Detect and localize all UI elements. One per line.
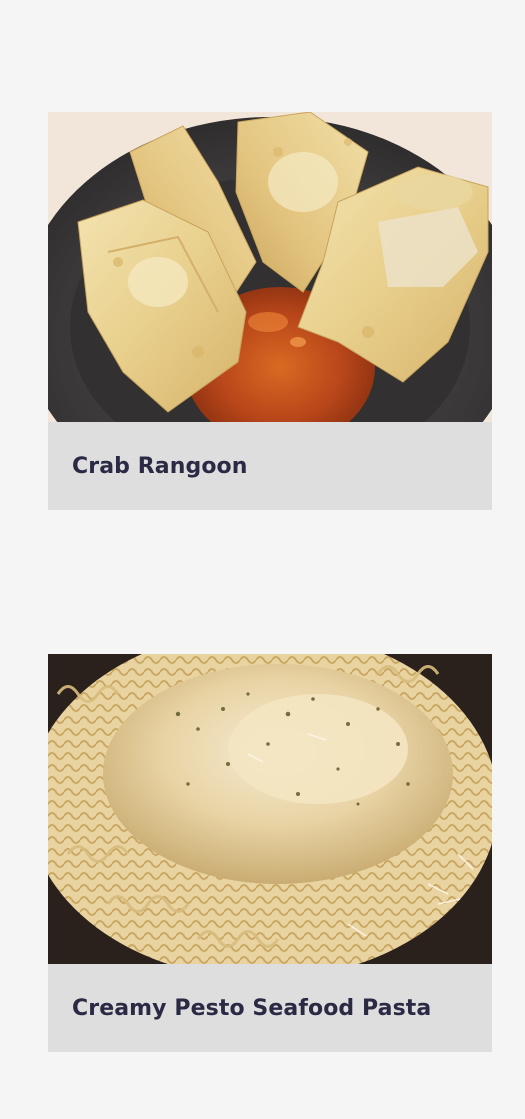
- recipe-card-caption: Crab Rangoon: [48, 422, 492, 510]
- creamy-pesto-seafood-pasta-photo[interactable]: [48, 654, 492, 964]
- recipe-title[interactable]: Creamy Pesto Seafood Pasta: [72, 996, 431, 1021]
- crab-rangoon-photo[interactable]: [48, 112, 492, 422]
- recipe-card-creamy-pesto-seafood-pasta[interactable]: Creamy Pesto Seafood Pasta: [48, 654, 492, 1052]
- recipe-card-crab-rangoon[interactable]: Crab Rangoon: [48, 112, 492, 510]
- recipe-title[interactable]: Crab Rangoon: [72, 454, 248, 479]
- recipe-card-caption: Creamy Pesto Seafood Pasta: [48, 964, 492, 1052]
